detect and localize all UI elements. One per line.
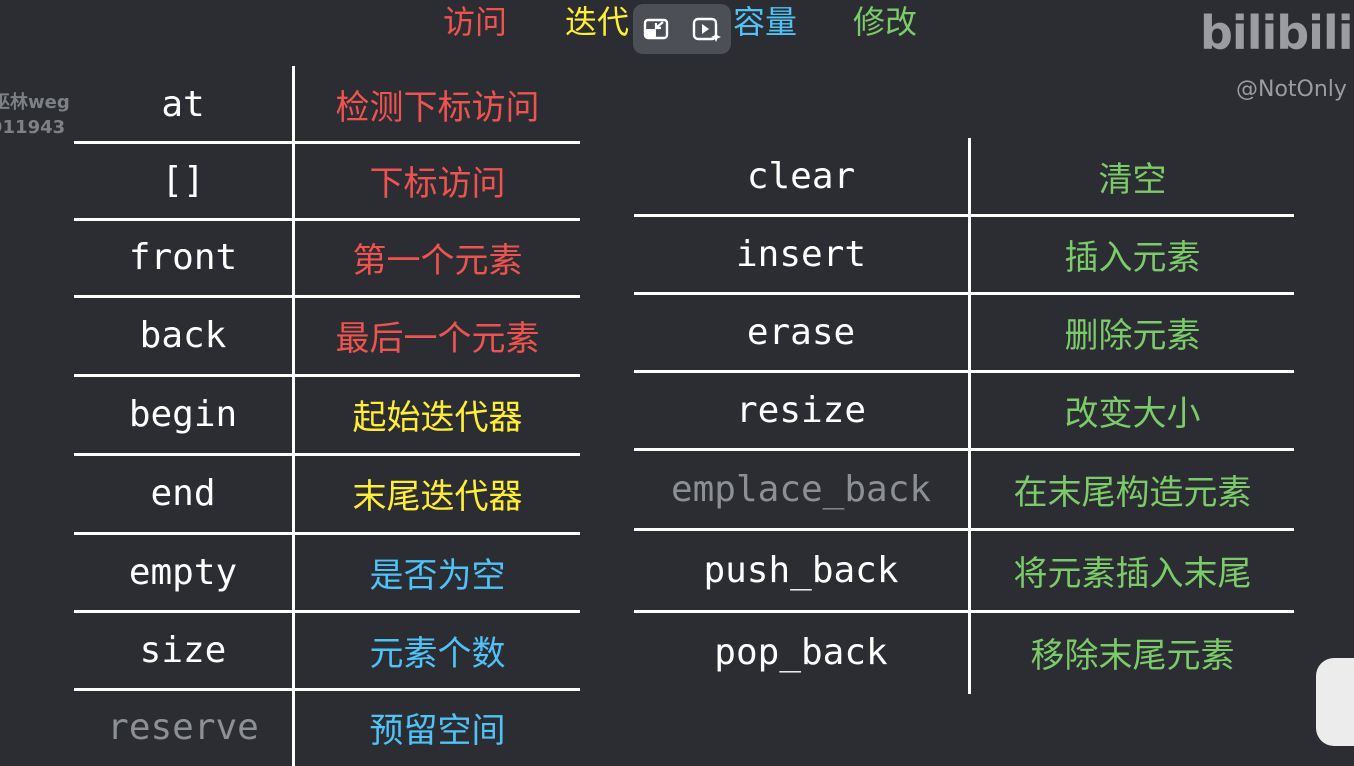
api-name-cell: size: [139, 629, 227, 671]
api-description-cell: 预留空间: [369, 711, 506, 751]
side-app-icon[interactable]: [1316, 658, 1354, 746]
api-name-cell: emplace_back: [670, 468, 932, 510]
bilibili-logo: bilibili: [1200, 6, 1353, 60]
api-description-cell: 下标访问: [369, 164, 506, 204]
api-description-cell: 清空: [1098, 160, 1167, 200]
api-description-cell: 是否为空: [369, 555, 506, 596]
api-description-cell: 在末尾构造元素: [1013, 472, 1252, 513]
legend-capacity: 容量: [733, 3, 798, 41]
api-name-cell: push_back: [703, 549, 899, 591]
legend-modify: 修改: [853, 3, 918, 41]
api-description-cell: 起始迭代器: [352, 398, 523, 438]
right-api-table: clear 清空 insert 插入元素 erase 删除元素 resize 改变大小 empl…: [634, 138, 1294, 694]
legend-iterator: 迭代: [565, 3, 630, 41]
api-description-cell: 插入元素: [1064, 237, 1201, 278]
api-description-cell: 最后一个元素: [335, 319, 540, 359]
api-name-cell: reserve: [107, 707, 259, 748]
watermark-left-name: 巫林weg: [0, 92, 70, 113]
api-description-cell: 第一个元素: [352, 241, 523, 281]
api-name-cell: back: [139, 315, 227, 356]
api-name-cell: erase: [746, 311, 856, 353]
api-name-cell: insert: [735, 233, 867, 275]
api-name-cell: begin: [128, 394, 238, 435]
watermark-handle: @NotOnly: [1236, 77, 1347, 102]
api-description-cell: 改变大小: [1064, 393, 1201, 434]
api-name-cell: front: [128, 237, 238, 278]
api-name-cell: empty: [128, 551, 238, 593]
video-overlay-controls: [633, 4, 731, 54]
api-name-cell: at: [161, 83, 205, 125]
api-name-cell: []: [161, 160, 205, 201]
picture-in-picture-exit-icon[interactable]: [641, 14, 671, 44]
api-name-cell: clear: [746, 156, 856, 197]
api-description-cell: 元素个数: [369, 633, 506, 674]
api-description-cell: 末尾迭代器: [352, 477, 523, 517]
api-description-cell: 检测下标访问: [335, 87, 540, 128]
video-play-sparkle-icon[interactable]: [691, 14, 721, 44]
api-description-cell: 移除末尾元素: [1030, 636, 1235, 676]
api-description-cell: 删除元素: [1064, 315, 1201, 356]
api-name-cell: pop_back: [714, 632, 888, 673]
api-name-cell: end: [150, 473, 216, 514]
api-description-cell: 将元素插入末尾: [1013, 553, 1252, 594]
watermark-left-id: 911943: [0, 117, 66, 138]
left-api-table: at 检测下标访问 [] 下标访问 front 第一个元素 back 最后一个元素 begin 起…: [74, 66, 580, 766]
api-name-cell: resize: [735, 389, 867, 431]
legend-access: 访问: [443, 3, 508, 41]
